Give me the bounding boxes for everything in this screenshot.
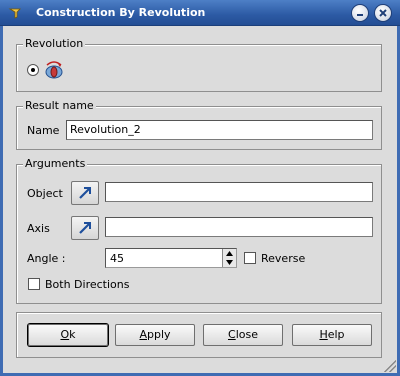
both-directions-label: Both Directions (45, 278, 130, 291)
apply-button[interactable]: Apply (115, 324, 195, 346)
window-title: Construction By Revolution (36, 6, 206, 19)
spin-down-icon[interactable] (223, 258, 236, 267)
minimize-icon[interactable] (351, 4, 369, 22)
arrow-select-icon (79, 187, 91, 199)
angle-value[interactable]: 45 (110, 252, 124, 265)
name-input[interactable]: Revolution_2 (66, 120, 373, 140)
spin-up-icon[interactable] (223, 249, 236, 258)
close-button[interactable]: Close (203, 324, 283, 346)
object-label: Object (27, 187, 63, 200)
angle-spinbox[interactable]: 45 (105, 248, 237, 268)
revolution-group: Revolution (16, 37, 382, 92)
axis-label: Axis (27, 222, 50, 235)
name-label: Name (27, 124, 60, 137)
app-menu-icon[interactable] (8, 6, 22, 20)
arguments-group-label: Arguments (23, 157, 88, 170)
reverse-checkbox[interactable] (244, 252, 256, 264)
ok-button[interactable]: Ok (28, 324, 108, 346)
revolution-group-label: Revolution (23, 37, 86, 50)
arrow-select-icon (79, 222, 91, 234)
revolution-icon (43, 60, 65, 80)
title-bar[interactable]: Construction By Revolution (0, 0, 400, 26)
angle-spin-buttons (222, 249, 236, 267)
help-button[interactable]: Help (292, 324, 372, 346)
axis-input[interactable] (105, 217, 373, 237)
close-icon[interactable] (374, 4, 392, 22)
resize-grip[interactable] (384, 360, 396, 372)
object-input[interactable] (105, 182, 373, 202)
result-name-group-label: Result name (23, 99, 96, 112)
angle-label: Angle : (27, 252, 66, 265)
radio-selected-dot (31, 68, 35, 72)
revolution-radio[interactable] (27, 64, 39, 76)
reverse-label: Reverse (261, 252, 306, 265)
axis-select-button[interactable] (71, 216, 99, 240)
both-directions-checkbox[interactable] (28, 278, 40, 290)
object-select-button[interactable] (71, 181, 99, 205)
